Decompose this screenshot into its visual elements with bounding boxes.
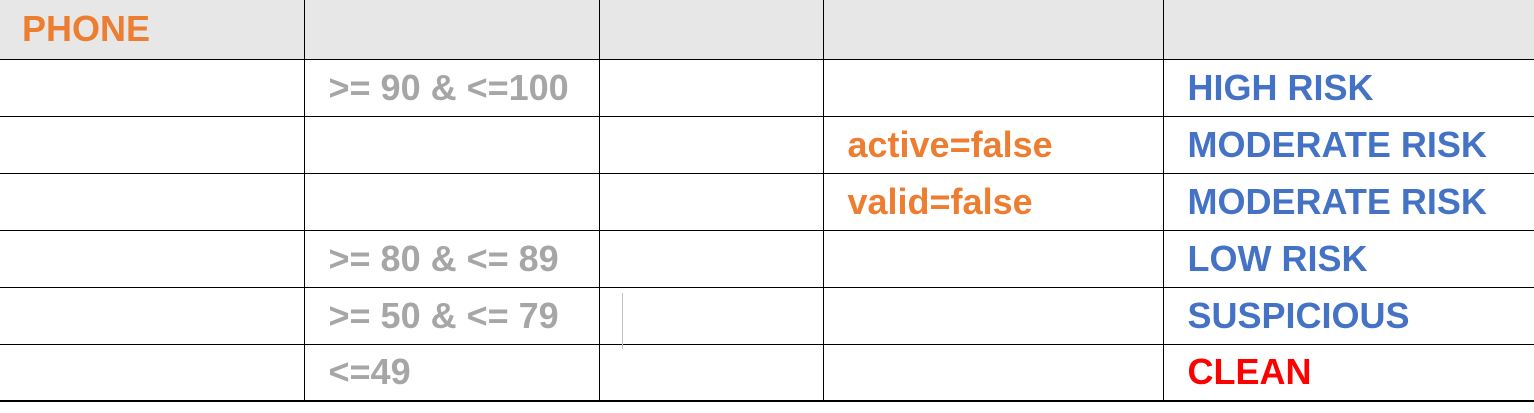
condition-cell — [822, 229, 1164, 288]
risk-rules-table: PHONE >= 90 & <=100 HIGH RISK active=fal… — [0, 0, 1534, 402]
risk-level-cell: MODERATE RISK — [1162, 115, 1534, 174]
header-cell-empty — [303, 0, 600, 60]
header-cell-empty — [822, 0, 1164, 60]
risk-level-cell: HIGH RISK — [1162, 58, 1534, 117]
empty-cell — [598, 58, 824, 117]
row-label-cell — [0, 115, 305, 174]
score-range-cell — [303, 115, 600, 174]
table-row: active=false MODERATE RISK — [0, 115, 1534, 174]
empty-cell — [598, 172, 824, 231]
score-range-cell: >= 50 & <= 79 — [303, 286, 600, 345]
header-cell-empty — [1162, 0, 1534, 60]
empty-cell — [598, 229, 824, 288]
risk-level-cell: SUSPICIOUS — [1162, 286, 1534, 345]
score-range-cell: >= 80 & <= 89 — [303, 229, 600, 288]
table-header-row: PHONE — [0, 0, 1534, 60]
risk-level-cell: MODERATE RISK — [1162, 172, 1534, 231]
row-label-cell — [0, 229, 305, 288]
table-row: valid=false MODERATE RISK — [0, 172, 1534, 231]
cell-divider-line — [622, 293, 623, 349]
row-label-cell — [0, 286, 305, 345]
header-cell-empty — [598, 0, 824, 60]
row-label-cell — [0, 343, 305, 402]
header-title: PHONE — [0, 0, 305, 60]
table-row: <=49 CLEAN — [0, 343, 1534, 402]
score-range-cell — [303, 172, 600, 231]
condition-cell — [822, 343, 1164, 402]
condition-cell: active=false — [822, 115, 1164, 174]
row-label-cell — [0, 172, 305, 231]
score-range-cell: <=49 — [303, 343, 600, 402]
condition-cell — [822, 286, 1164, 345]
empty-cell — [598, 343, 824, 402]
empty-cell — [598, 286, 824, 345]
table-row: >= 90 & <=100 HIGH RISK — [0, 58, 1534, 117]
row-label-cell — [0, 58, 305, 117]
condition-cell — [822, 58, 1164, 117]
empty-cell — [598, 115, 824, 174]
score-range-cell: >= 90 & <=100 — [303, 58, 600, 117]
table-row: >= 80 & <= 89 LOW RISK — [0, 229, 1534, 288]
table-row: >= 50 & <= 79 SUSPICIOUS — [0, 286, 1534, 345]
condition-cell: valid=false — [822, 172, 1164, 231]
risk-level-cell: LOW RISK — [1162, 229, 1534, 288]
risk-level-cell: CLEAN — [1162, 343, 1534, 402]
